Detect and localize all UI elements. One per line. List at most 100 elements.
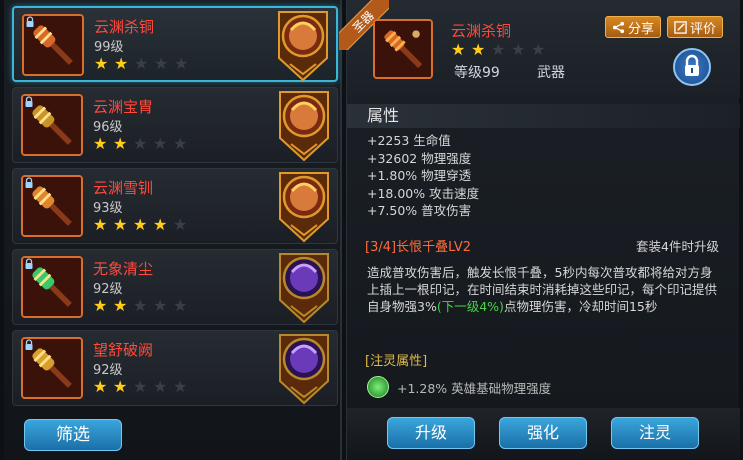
equipment-list-item[interactable]: 云渊杀铜 99级 ★ ★ ★ ★ ★	[12, 6, 338, 82]
star-filled-icon: ★	[94, 54, 109, 73]
review-button[interactable]: 评价	[667, 16, 723, 38]
star-empty-icon: ★	[133, 134, 148, 153]
equipment-stars: ★ ★ ★ ★ ★	[93, 298, 190, 314]
equipment-name: 望舒破阙	[93, 341, 154, 359]
set-bonus-description: 造成普攻伤害后，触发长恨千叠，5秒内每次普攻都将给对方身上插上一根印记，在时间结…	[367, 264, 719, 315]
star-filled-icon: ★	[113, 215, 128, 234]
equipment-level: 93级	[93, 201, 123, 216]
small-lock-icon	[25, 96, 33, 107]
mace-icon	[375, 21, 431, 77]
share-icon	[612, 21, 625, 33]
lock-icon	[685, 54, 699, 76]
star-empty-icon: ★	[133, 296, 148, 315]
hero-portrait[interactable]	[276, 6, 330, 82]
star-filled-icon: ★	[113, 134, 128, 153]
star-empty-icon: ★	[133, 377, 148, 396]
equipment-name: 云渊宝胄	[93, 98, 154, 116]
star-empty-icon: ★	[154, 54, 169, 73]
star-filled-icon: ★	[114, 54, 129, 73]
star-filled-icon: ★	[451, 40, 466, 59]
hero-portrait[interactable]	[277, 86, 331, 162]
star-empty-icon: ★	[134, 54, 149, 73]
share-button[interactable]: 分享	[605, 16, 661, 38]
spirit-attribute-row: +1.28% 英雄基础物理强度	[367, 376, 551, 398]
infuse-button[interactable]: 注灵	[611, 417, 699, 449]
set-bonus-title: [3/4]长恨千叠LV2	[365, 240, 472, 255]
detail-header: 圣器 云渊杀铜 ★ ★ ★ ★ ★ 等级99 武器 分享 评价	[339, 0, 740, 98]
equipment-list-item[interactable]: 无象清尘 92级 ★ ★ ★ ★ ★	[12, 249, 338, 325]
weapon-name: 云渊杀铜	[451, 22, 512, 40]
weapon-level: 等级99	[454, 65, 500, 81]
upgrade-button[interactable]: 升级	[387, 417, 475, 449]
set-desc-next-level: (下一级4%)	[436, 299, 504, 314]
equipment-stars: ★ ★ ★ ★ ★	[94, 56, 191, 72]
small-lock-icon	[25, 339, 33, 350]
edit-icon	[674, 20, 687, 34]
star-empty-icon: ★	[511, 40, 526, 59]
star-empty-icon: ★	[153, 134, 168, 153]
hero-portrait[interactable]	[277, 329, 331, 405]
equipment-name: 无象清尘	[93, 260, 154, 278]
equipment-stars: ★ ★ ★ ★ ★	[93, 379, 190, 395]
star-empty-icon: ★	[491, 40, 506, 59]
star-filled-icon: ★	[113, 377, 128, 396]
star-filled-icon: ★	[153, 215, 168, 234]
review-label: 评价	[689, 21, 716, 37]
attribute-line: +1.80% 物理穿透	[367, 168, 472, 183]
star-empty-icon: ★	[173, 215, 188, 234]
equipment-list-item[interactable]: 望舒破阙 92级 ★ ★ ★ ★ ★	[12, 330, 338, 406]
star-filled-icon: ★	[93, 134, 108, 153]
star-empty-icon: ★	[153, 296, 168, 315]
equipment-level: 99级	[94, 40, 124, 55]
spirit-gem-icon	[367, 376, 389, 398]
equipment-detail-panel: 圣器 云渊杀铜 ★ ★ ★ ★ ★ 等级99 武器 分享 评价 属性 +2253…	[339, 0, 740, 460]
star-filled-icon: ★	[93, 296, 108, 315]
small-lock-icon	[26, 16, 34, 27]
star-filled-icon: ★	[93, 215, 108, 234]
equipment-level: 92级	[93, 363, 123, 378]
equipment-name: 云渊雪钏	[93, 179, 154, 197]
share-label: 分享	[627, 21, 654, 37]
equipment-stars: ★ ★ ★ ★ ★	[93, 136, 190, 152]
hero-portrait[interactable]	[277, 248, 331, 324]
hero-portrait-icon	[279, 172, 329, 243]
set-bonus-requirement: 套装4件时升级	[636, 239, 719, 254]
star-filled-icon: ★	[133, 215, 148, 234]
star-empty-icon: ★	[173, 134, 188, 153]
attribute-line: +32602 物理强度	[367, 150, 472, 166]
star-empty-icon: ★	[173, 377, 188, 396]
hero-portrait[interactable]	[277, 167, 331, 243]
small-lock-icon	[25, 258, 33, 269]
star-filled-icon: ★	[93, 377, 108, 396]
equipment-list-item[interactable]: 云渊宝胄 96级 ★ ★ ★ ★ ★	[12, 87, 338, 163]
attribute-line: +18.00% 攻击速度	[367, 185, 480, 201]
enhance-button[interactable]: 强化	[499, 417, 587, 449]
hero-portrait-icon	[278, 11, 328, 82]
spirit-attribute-text: +1.28% 英雄基础物理强度	[397, 380, 552, 396]
star-filled-icon: ★	[471, 40, 486, 59]
attributes-section-title: 属性	[347, 104, 740, 128]
equipment-stars: ★ ★ ★ ★ ★	[93, 217, 190, 233]
hero-portrait-icon	[279, 91, 329, 162]
lock-button[interactable]	[673, 48, 711, 86]
hero-portrait-icon	[279, 253, 329, 324]
hero-portrait-icon	[279, 334, 329, 405]
attributes-list: +2253 生命值 +32602 物理强度 +1.80% 物理穿透 +18.00% 攻…	[367, 132, 479, 220]
weapon-type: 武器	[537, 65, 565, 81]
star-empty-icon: ★	[173, 296, 188, 315]
equipment-level: 92级	[93, 282, 123, 297]
filter-button[interactable]: 筛选	[24, 419, 122, 451]
small-lock-icon	[25, 177, 33, 188]
star-filled-icon: ★	[113, 296, 128, 315]
equipment-list-panel: 云渊杀铜 99级 ★ ★ ★ ★ ★ 云渊宝胄 96级 ★ ★ ★ ★ ★ 云渊…	[4, 0, 342, 460]
equipment-list-item[interactable]: 云渊雪钏 93级 ★ ★ ★ ★ ★	[12, 168, 338, 244]
attribute-line: +2253 生命值	[367, 133, 451, 148]
weapon-stars: ★ ★ ★ ★ ★	[451, 42, 548, 58]
equipment-level: 96级	[93, 120, 123, 135]
spirit-attributes-title: [注灵属性]	[365, 354, 428, 369]
attribute-line: +7.50% 普攻伤害	[367, 203, 472, 218]
star-empty-icon: ★	[174, 54, 189, 73]
equipment-name: 云渊杀铜	[94, 18, 155, 36]
star-empty-icon: ★	[153, 377, 168, 396]
set-desc-text-end: 点物理伤害，冷却时间15秒	[503, 299, 658, 314]
